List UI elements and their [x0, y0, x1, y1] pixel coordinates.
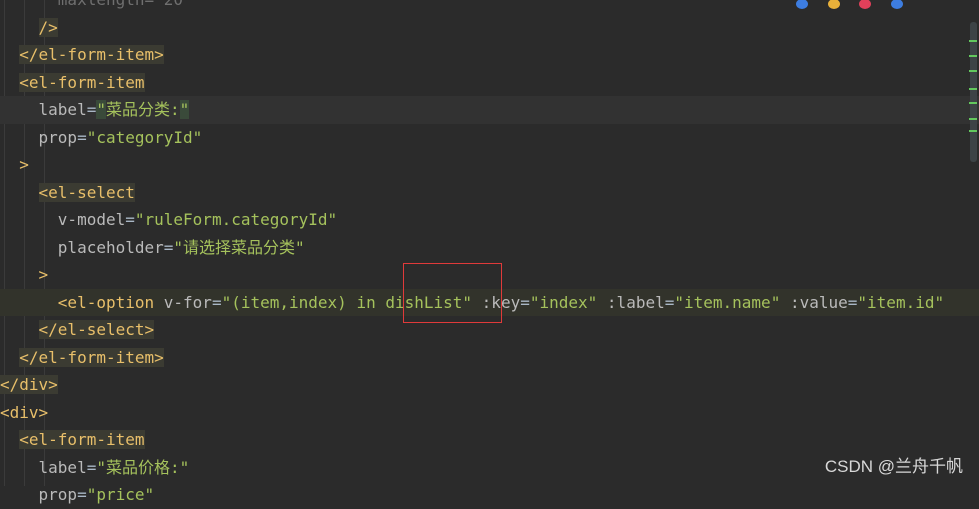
- code-token: <el-select: [38, 182, 135, 202]
- code-line[interactable]: v-model="ruleForm.categoryId": [0, 206, 979, 234]
- code-token: <el-option: [57, 292, 155, 312]
- change-marker: [969, 118, 977, 120]
- code-token: >: [19, 155, 29, 174]
- change-marker: [969, 55, 977, 57]
- code-line[interactable]: <div>: [0, 399, 979, 427]
- code-token: "categoryId": [86, 127, 203, 147]
- code-token: =: [125, 210, 135, 229]
- code-token: label: [38, 100, 87, 119]
- browser-icons-bar: [796, 0, 913, 9]
- code-line[interactable]: />: [0, 14, 979, 42]
- code-token: =: [520, 292, 530, 312]
- code-token: :value: [789, 292, 848, 312]
- code-token: </el-form-item>: [19, 45, 164, 64]
- code-token: <div>: [0, 402, 49, 422]
- change-marker: [969, 40, 977, 42]
- code-token: 菜品分类:: [105, 100, 180, 119]
- code-token: ": [96, 100, 106, 119]
- code-token: =: [163, 237, 174, 257]
- code-token: <el-form-item: [19, 72, 145, 92]
- code-token: v-model: [57, 210, 126, 229]
- code-token: prop: [38, 485, 78, 504]
- change-marker: [969, 88, 977, 90]
- code-line[interactable]: </el-form-item>: [0, 344, 979, 372]
- browser-icon-2[interactable]: [827, 0, 840, 9]
- code-token: label: [38, 457, 87, 477]
- code-token: "index": [529, 292, 598, 312]
- code-token: </div>: [0, 375, 58, 394]
- code-token: "price": [86, 485, 155, 504]
- code-line[interactable]: <el-select: [0, 179, 979, 207]
- change-marker: [969, 70, 977, 72]
- code-line[interactable]: </div>: [0, 371, 979, 399]
- code-token: =: [847, 292, 858, 312]
- code-token: "请选择菜品分类": [173, 237, 305, 257]
- code-token: <el-form-item: [19, 430, 145, 449]
- code-token: :label: [606, 292, 665, 312]
- code-token: placeholder: [57, 237, 164, 257]
- code-token: "item.name": [674, 292, 781, 312]
- code-token: maxlength="20": [0, 0, 193, 9]
- code-token: />: [38, 17, 58, 37]
- code-token: </el-form-item>: [19, 347, 164, 367]
- code-line[interactable]: </el-form-item>: [0, 41, 979, 69]
- code-token: ": [179, 100, 190, 119]
- code-token: =: [86, 100, 97, 119]
- annotation-highlight-box: [403, 263, 502, 323]
- code-token: >: [38, 265, 49, 284]
- code-line[interactable]: prop="price": [0, 481, 979, 509]
- code-line[interactable]: prop="categoryId": [0, 124, 979, 152]
- change-marker: [969, 102, 977, 104]
- code-token: </el-select>: [38, 320, 155, 339]
- scrollbar-thumb[interactable]: [970, 22, 977, 162]
- vertical-scrollbar[interactable]: [967, 0, 979, 487]
- code-token: "ruleForm.categoryId": [134, 210, 338, 229]
- code-token: =: [77, 485, 87, 504]
- code-token: =: [77, 127, 87, 147]
- code-token: =: [211, 292, 222, 312]
- code-token: =: [86, 457, 97, 477]
- code-token: "item.id": [857, 292, 945, 312]
- code-line[interactable]: <el-form-item: [0, 69, 979, 97]
- code-token: =: [664, 292, 675, 312]
- browser-icon-4[interactable]: [890, 0, 903, 9]
- watermark: CSDN @兰舟千帆: [824, 457, 963, 476]
- code-token: "菜品价格:": [96, 457, 190, 477]
- code-line[interactable]: <el-form-item: [0, 426, 979, 454]
- code-line[interactable]: label="菜品分类:": [0, 96, 979, 124]
- code-token: v-for: [163, 292, 212, 312]
- change-marker: [969, 130, 977, 132]
- code-token: prop: [38, 127, 78, 147]
- code-line[interactable]: placeholder="请选择菜品分类": [0, 234, 979, 262]
- code-line[interactable]: >: [0, 151, 979, 179]
